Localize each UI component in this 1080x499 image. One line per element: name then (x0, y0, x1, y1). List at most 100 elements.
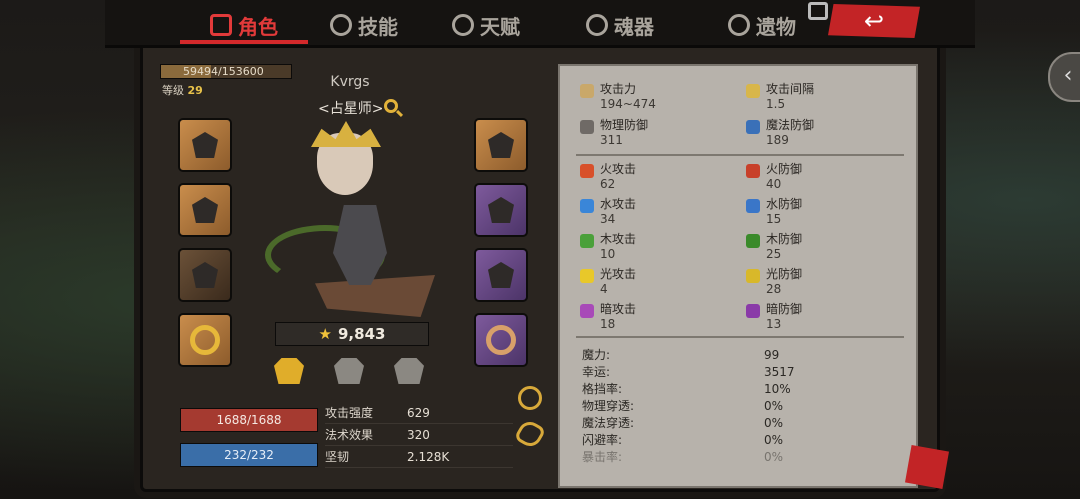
stat-value: 4 (600, 282, 608, 296)
equip-slot-weapon[interactable] (178, 118, 232, 172)
misc-stat-row: 魔法穿透: 0% (582, 414, 882, 431)
amulet-icon (486, 325, 516, 355)
vine-staff-icon (192, 262, 218, 288)
tab-label: 魂器 (614, 14, 654, 39)
level-value: 29 (187, 84, 203, 97)
stat-value: 34 (600, 212, 616, 226)
stat-label: 木防御 (766, 232, 803, 246)
stat-dark-defense: 暗防御 13 (746, 302, 896, 332)
info-icon[interactable] (518, 386, 542, 410)
equip-slot-helm[interactable] (474, 118, 528, 172)
shield-sword-icon (580, 120, 594, 134)
tab-talents[interactable]: 天赋 (452, 8, 520, 42)
water-defense-icon (746, 199, 760, 213)
equip-slot-offhand[interactable] (178, 248, 232, 302)
stat-label: 攻击力 (600, 82, 637, 96)
stat-value: 10 (600, 247, 616, 261)
misc-stat-label: 魔力: (582, 348, 611, 362)
power-value: 9,843 (338, 325, 386, 343)
stat-value: 1.5 (766, 97, 786, 111)
stat-fire-defense: 火防御 40 (746, 162, 896, 192)
corner-menu-icon[interactable] (905, 445, 949, 489)
misc-stat-value: 0% (764, 432, 784, 447)
hp-bar: 1688/1688 (180, 408, 318, 432)
stat-label: 魔法防御 (766, 118, 815, 132)
stat-label: 水防御 (766, 197, 803, 211)
equip-slot-amulet[interactable] (474, 313, 528, 367)
stat-value: 189 (766, 133, 789, 147)
crown-item-icon (192, 132, 218, 158)
substat-value: 2.128K (407, 449, 450, 464)
equip-slot-gloves[interactable] (178, 183, 232, 237)
water-attack-icon (580, 199, 594, 213)
tab-skills[interactable]: 技能 (330, 8, 398, 42)
character-name: Kvrgs (330, 74, 370, 90)
tab-relics[interactable]: 遗物 (728, 8, 796, 42)
panel-divider (576, 336, 904, 338)
back-button[interactable]: ↩ (828, 4, 920, 38)
light-defense-icon (746, 269, 760, 283)
stat-water-defense: 水防御 15 (746, 197, 896, 227)
wood-attack-icon (580, 234, 594, 248)
misc-stat-row: 幸运: 3517 (582, 363, 882, 380)
armor-set-2-icon[interactable] (334, 358, 364, 384)
star-icon: ★ (318, 325, 332, 343)
stat-light-attack: 光攻击 4 (580, 267, 730, 297)
equip-slot-boots[interactable] (474, 248, 528, 302)
level-label: 等级 (162, 84, 184, 97)
stat-label: 物理防御 (600, 118, 649, 132)
misc-stat-value: 3517 (764, 364, 795, 379)
stat-value: 40 (766, 177, 782, 191)
hero-portrait (265, 115, 440, 325)
crown-icon (210, 14, 232, 36)
armor-set-1-icon[interactable] (274, 358, 304, 384)
substat-row: 坚韧 2.128K (325, 446, 513, 468)
stat-label: 火攻击 (600, 162, 637, 176)
sword-icon (580, 84, 594, 98)
tab-label: 天赋 (480, 14, 520, 39)
fire-defense-icon (746, 164, 760, 178)
substats-list: 攻击强度 629 法术效果 320 坚韧 2.128K (325, 402, 513, 468)
substat-value: 320 (407, 427, 430, 442)
misc-stat-value: 0% (764, 449, 784, 464)
stat-value: 62 (600, 177, 616, 191)
equip-slot-armor[interactable] (474, 183, 528, 237)
flame-icon (586, 14, 608, 36)
boots-icon (488, 262, 514, 288)
substat-label: 法术效果 (325, 428, 374, 442)
armor-icon (488, 197, 514, 223)
substat-row: 攻击强度 629 (325, 402, 513, 424)
level-display: 等级 29 (162, 82, 203, 98)
gauntlet-icon (192, 197, 218, 223)
stat-value: 25 (766, 247, 782, 261)
stat-wood-attack: 木攻击 10 (580, 232, 730, 262)
stat-water-attack: 水攻击 34 (580, 197, 730, 227)
tab-soulware[interactable]: 魂器 (586, 8, 654, 42)
misc-stat-label: 格挡率: (582, 382, 623, 396)
stat-attack-interval: 攻击间隔 1.5 (746, 82, 896, 112)
armor-set-3-icon[interactable] (394, 358, 424, 384)
stat-physical-defense: 物理防御 311 (580, 118, 730, 148)
misc-stat-label: 幸运: (582, 365, 611, 379)
mp-text: 232/232 (224, 448, 274, 462)
misc-stat-label: 物理穿透: (582, 399, 635, 413)
stat-label: 水攻击 (600, 197, 637, 211)
chevron-left-icon: ‹ (1063, 63, 1073, 88)
mp-bar: 232/232 (180, 443, 318, 467)
diamond-icon (452, 14, 474, 36)
stat-label: 暗攻击 (600, 302, 637, 316)
tab-label: 角色 (238, 14, 278, 39)
search-icon[interactable] (384, 99, 398, 113)
stat-label: 暗防御 (766, 302, 803, 316)
stat-label: 光攻击 (600, 267, 637, 281)
stat-magic-defense: 魔法防御 189 (746, 118, 896, 148)
stat-label: 木攻击 (600, 232, 637, 246)
stat-value: 311 (600, 133, 623, 147)
power-score: ★ 9,843 (275, 322, 429, 346)
stat-label: 光防御 (766, 267, 803, 281)
equip-slot-ring[interactable] (178, 313, 232, 367)
stats-panel: 攻击力 194~474 攻击间隔 1.5 物理防御 311 魔法防御 189 火… (558, 64, 918, 488)
misc-stat-row: 物理穿透: 0% (582, 397, 882, 414)
tab-character[interactable]: 角色 (210, 8, 278, 42)
misc-stat-value: 99 (764, 347, 780, 362)
